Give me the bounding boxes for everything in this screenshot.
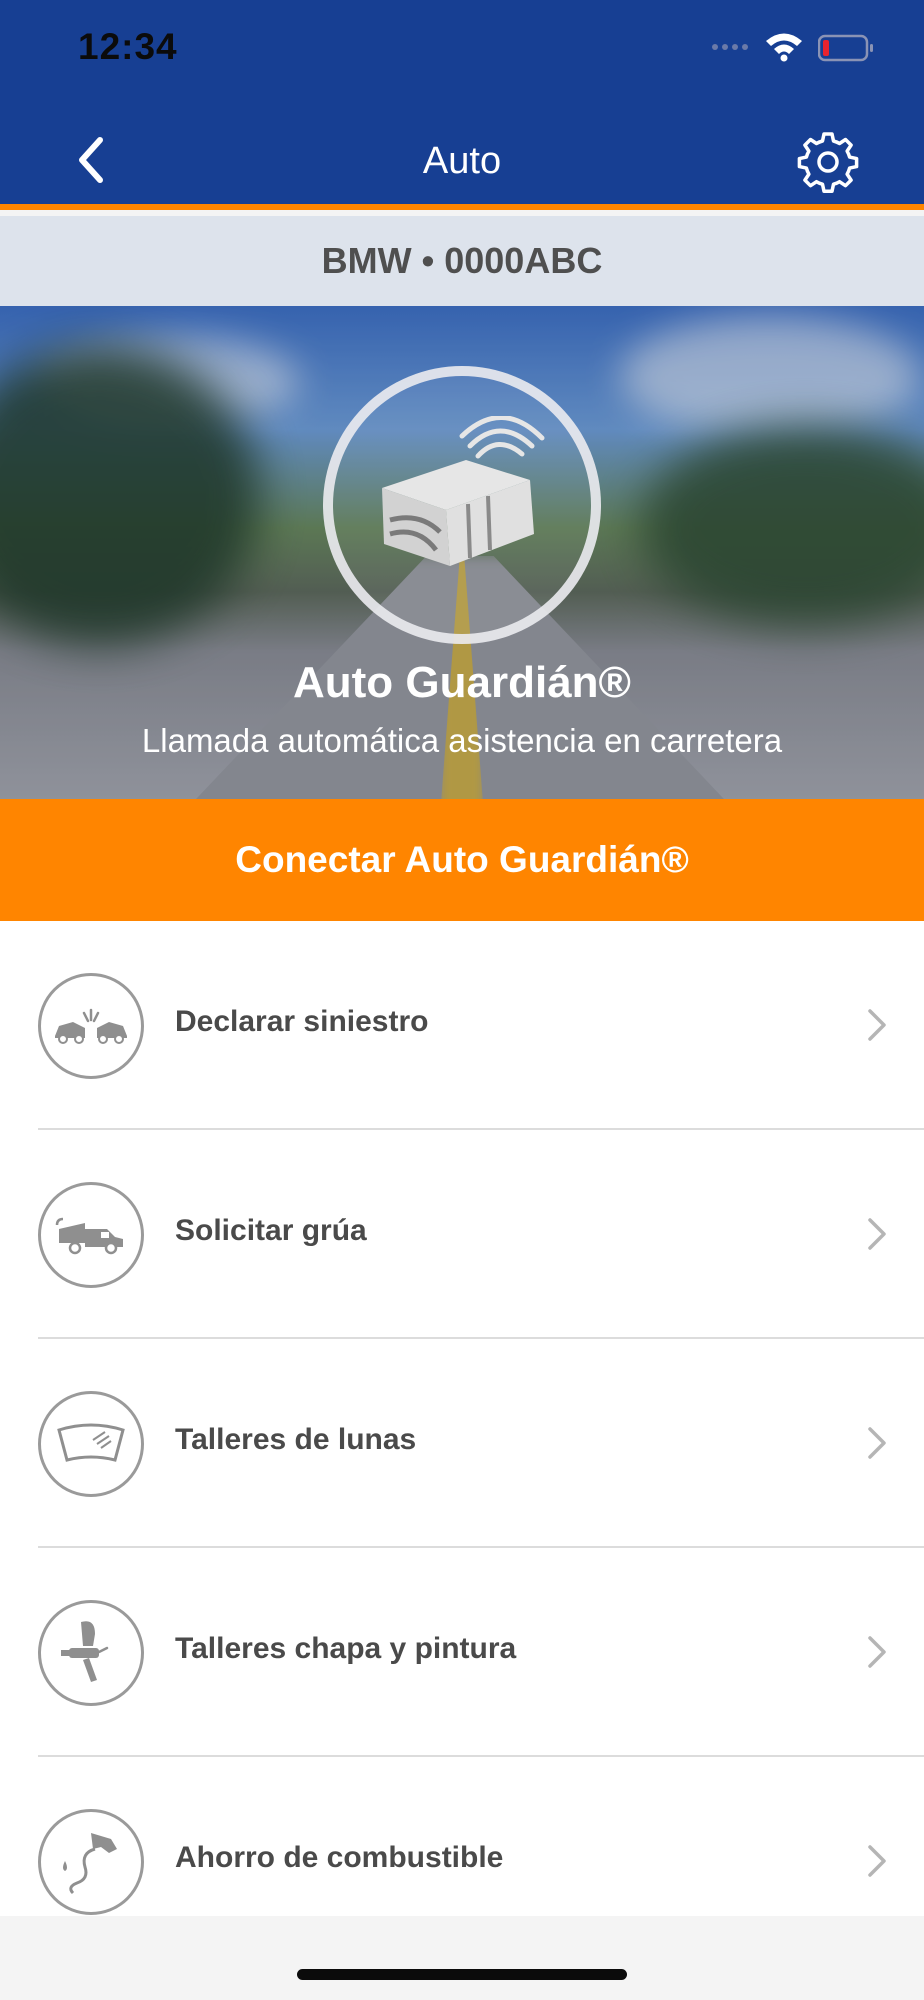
vehicle-selector[interactable]: BMW • 0000ABC [0,216,924,306]
cellular-signal-icon [712,44,748,50]
list-item-label: Solicitar grúa [175,1214,367,1247]
page-title: Auto [422,140,502,182]
list-item-label: Declarar siniestro [175,1005,429,1038]
spray-gun-icon [38,1600,144,1706]
list-item-solicitar-grua[interactable]: Solicitar grúa [0,1130,924,1339]
list-item-declarar-siniestro[interactable]: Declarar siniestro [0,921,924,1130]
windshield-icon [38,1391,144,1497]
list-item-label: Talleres de lunas [175,1423,417,1456]
tow-truck-icon [38,1182,144,1288]
hero-banner: Auto Guardián® Llamada automática asiste… [0,306,924,799]
wifi-icon [766,33,802,62]
list-item-label: Talleres chapa y pintura [175,1632,517,1665]
chevron-right-icon [868,1427,886,1459]
battery-icon [818,34,873,62]
connect-auto-guardian-button[interactable]: Conectar Auto Guardián® [0,799,924,921]
car-crash-icon [38,973,144,1079]
list-item-talleres-lunas[interactable]: Talleres de lunas [0,1339,924,1548]
gear-icon[interactable] [796,130,860,194]
list-item-talleres-chapa-pintura[interactable]: Talleres chapa y pintura [0,1548,924,1757]
status-time: 12:34 [78,26,178,67]
chevron-right-icon [868,1009,886,1041]
list-item-label: Ahorro de combustible [175,1841,504,1874]
home-indicator[interactable] [297,1969,627,1980]
hero-title: Auto Guardián® [293,658,631,707]
services-list: Declarar siniestro Solicitar grúa Taller… [0,921,924,1916]
fuel-nozzle-icon [38,1809,144,1915]
chevron-right-icon [868,1845,886,1877]
connected-device-icon [382,416,545,566]
hero-subtitle: Llamada automática asistencia en carrete… [141,722,783,759]
chevron-right-icon [868,1218,886,1250]
home-indicator-area [0,1916,924,2000]
list-item-ahorro-combustible[interactable]: Ahorro de combustible [0,1757,924,1916]
chevron-right-icon [868,1636,886,1668]
